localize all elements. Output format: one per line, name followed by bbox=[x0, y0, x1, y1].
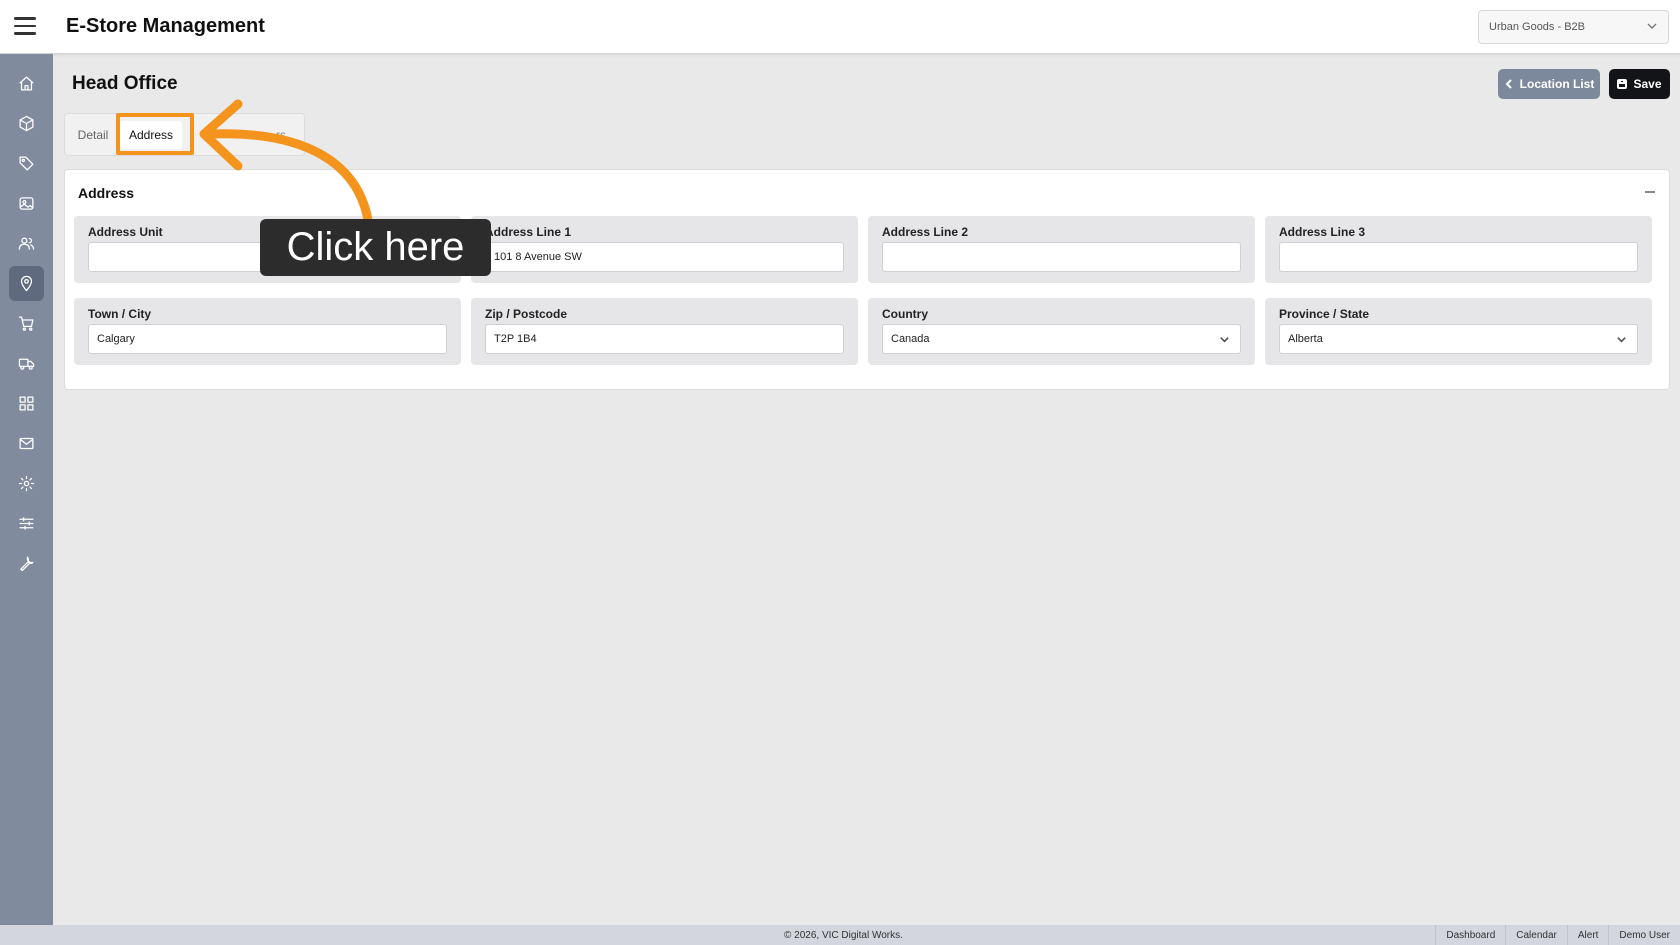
sidebar-item-locations[interactable] bbox=[9, 266, 44, 301]
location-list-button[interactable]: Location List bbox=[1498, 69, 1600, 99]
footer-link-dashboard[interactable]: Dashboard bbox=[1435, 925, 1505, 945]
zip-postcode-group: Zip / Postcode T2P 1B4 bbox=[471, 298, 858, 365]
town-city-input[interactable]: Calgary bbox=[88, 324, 447, 354]
tab-detail[interactable]: Detail bbox=[71, 121, 115, 149]
sidebar-item-home[interactable] bbox=[9, 66, 44, 101]
truck-icon bbox=[18, 358, 35, 370]
address-line-1-label: Address Line 1 bbox=[485, 225, 572, 239]
sidebar-item-orders[interactable] bbox=[9, 306, 44, 341]
country-value: Canada bbox=[891, 333, 930, 345]
footer-links: Dashboard Calendar Alert Demo User bbox=[1435, 925, 1680, 945]
gear-icon bbox=[18, 475, 35, 492]
province-state-label: Province / State bbox=[1279, 307, 1370, 321]
chevron-left-icon bbox=[1505, 79, 1512, 89]
province-state-select[interactable]: Alberta bbox=[1279, 324, 1638, 354]
province-state-group: Province / State Alberta bbox=[1265, 298, 1652, 365]
sidebar-item-customers[interactable] bbox=[9, 226, 44, 261]
save-icon bbox=[1617, 79, 1628, 89]
sidebar-item-settings[interactable] bbox=[9, 466, 44, 501]
country-select[interactable]: Canada bbox=[882, 324, 1241, 354]
town-city-label: Town / City bbox=[88, 307, 152, 321]
app-title: E-Store Management bbox=[66, 15, 265, 37]
page-title: Head Office bbox=[72, 73, 178, 94]
home-icon bbox=[19, 76, 34, 91]
grid-icon bbox=[19, 396, 34, 411]
top-header: E-Store Management Urban Goods - B2B bbox=[0, 0, 1680, 54]
footer-link-demo-user[interactable]: Demo User bbox=[1608, 925, 1680, 945]
sidebar-item-shipping[interactable] bbox=[9, 346, 44, 381]
sidebar-item-dashboard[interactable] bbox=[9, 386, 44, 421]
footer: © 2026, VIC Digital Works. Dashboard Cal… bbox=[0, 925, 1680, 945]
sidebar-item-media[interactable] bbox=[9, 186, 44, 221]
sidebar-item-config[interactable] bbox=[9, 506, 44, 541]
country-group: Country Canada bbox=[868, 298, 1255, 365]
chevron-down-icon bbox=[1617, 337, 1626, 343]
zip-postcode-input[interactable]: T2P 1B4 bbox=[485, 324, 844, 354]
click-here-callout: Click here bbox=[260, 219, 491, 276]
zip-postcode-label: Zip / Postcode bbox=[485, 307, 568, 321]
address-line-2-group: Address Line 2 bbox=[868, 216, 1255, 283]
address-line-3-label: Address Line 3 bbox=[1279, 225, 1366, 239]
town-city-group: Town / City Calgary bbox=[74, 298, 461, 365]
collapse-icon[interactable] bbox=[1645, 191, 1655, 193]
address-line-3-group: Address Line 3 bbox=[1265, 216, 1652, 283]
copyright-text: © 2026, VIC Digital Works. bbox=[784, 930, 903, 941]
sidebar-item-tags[interactable] bbox=[9, 146, 44, 181]
hamburger-menu-icon[interactable] bbox=[14, 17, 36, 37]
address-unit-label: Address Unit bbox=[88, 225, 163, 239]
address-line-2-label: Address Line 2 bbox=[882, 225, 969, 239]
curved-arrow-icon bbox=[199, 99, 373, 225]
footer-link-calendar[interactable]: Calendar bbox=[1505, 925, 1567, 945]
province-state-value: Alberta bbox=[1288, 333, 1323, 345]
address-line-2-input[interactable] bbox=[882, 242, 1241, 272]
sidebar-item-products[interactable] bbox=[9, 106, 44, 141]
location-list-label: Location List bbox=[1519, 77, 1595, 91]
image-icon bbox=[19, 197, 34, 210]
location-pin-icon bbox=[20, 275, 33, 292]
store-selector-value: Urban Goods - B2B bbox=[1489, 21, 1585, 33]
store-selector[interactable]: Urban Goods - B2B bbox=[1478, 10, 1669, 44]
tab-address[interactable]: Address bbox=[120, 121, 182, 149]
chevron-down-icon bbox=[1647, 23, 1657, 29]
mail-icon bbox=[19, 437, 34, 450]
sidebar-item-tools[interactable] bbox=[9, 546, 44, 581]
address-line-1-group: Address Line 1 101 8 Avenue SW bbox=[471, 216, 858, 283]
address-line-1-input[interactable]: 101 8 Avenue SW bbox=[485, 242, 844, 272]
sliders-icon bbox=[19, 517, 34, 530]
wrench-icon bbox=[20, 556, 34, 572]
box-icon bbox=[19, 115, 34, 132]
sidebar-item-messages[interactable] bbox=[9, 426, 44, 461]
card-title: Address bbox=[78, 185, 135, 201]
save-label: Save bbox=[1633, 77, 1662, 91]
cart-icon bbox=[18, 316, 34, 331]
country-label: Country bbox=[882, 307, 928, 321]
users-icon bbox=[18, 237, 35, 250]
tag-icon bbox=[19, 156, 34, 171]
save-button[interactable]: Save bbox=[1609, 69, 1670, 99]
footer-link-alert[interactable]: Alert bbox=[1566, 925, 1609, 945]
chevron-down-icon bbox=[1220, 337, 1229, 343]
address-line-3-input[interactable] bbox=[1279, 242, 1638, 272]
sidebar bbox=[0, 54, 53, 925]
